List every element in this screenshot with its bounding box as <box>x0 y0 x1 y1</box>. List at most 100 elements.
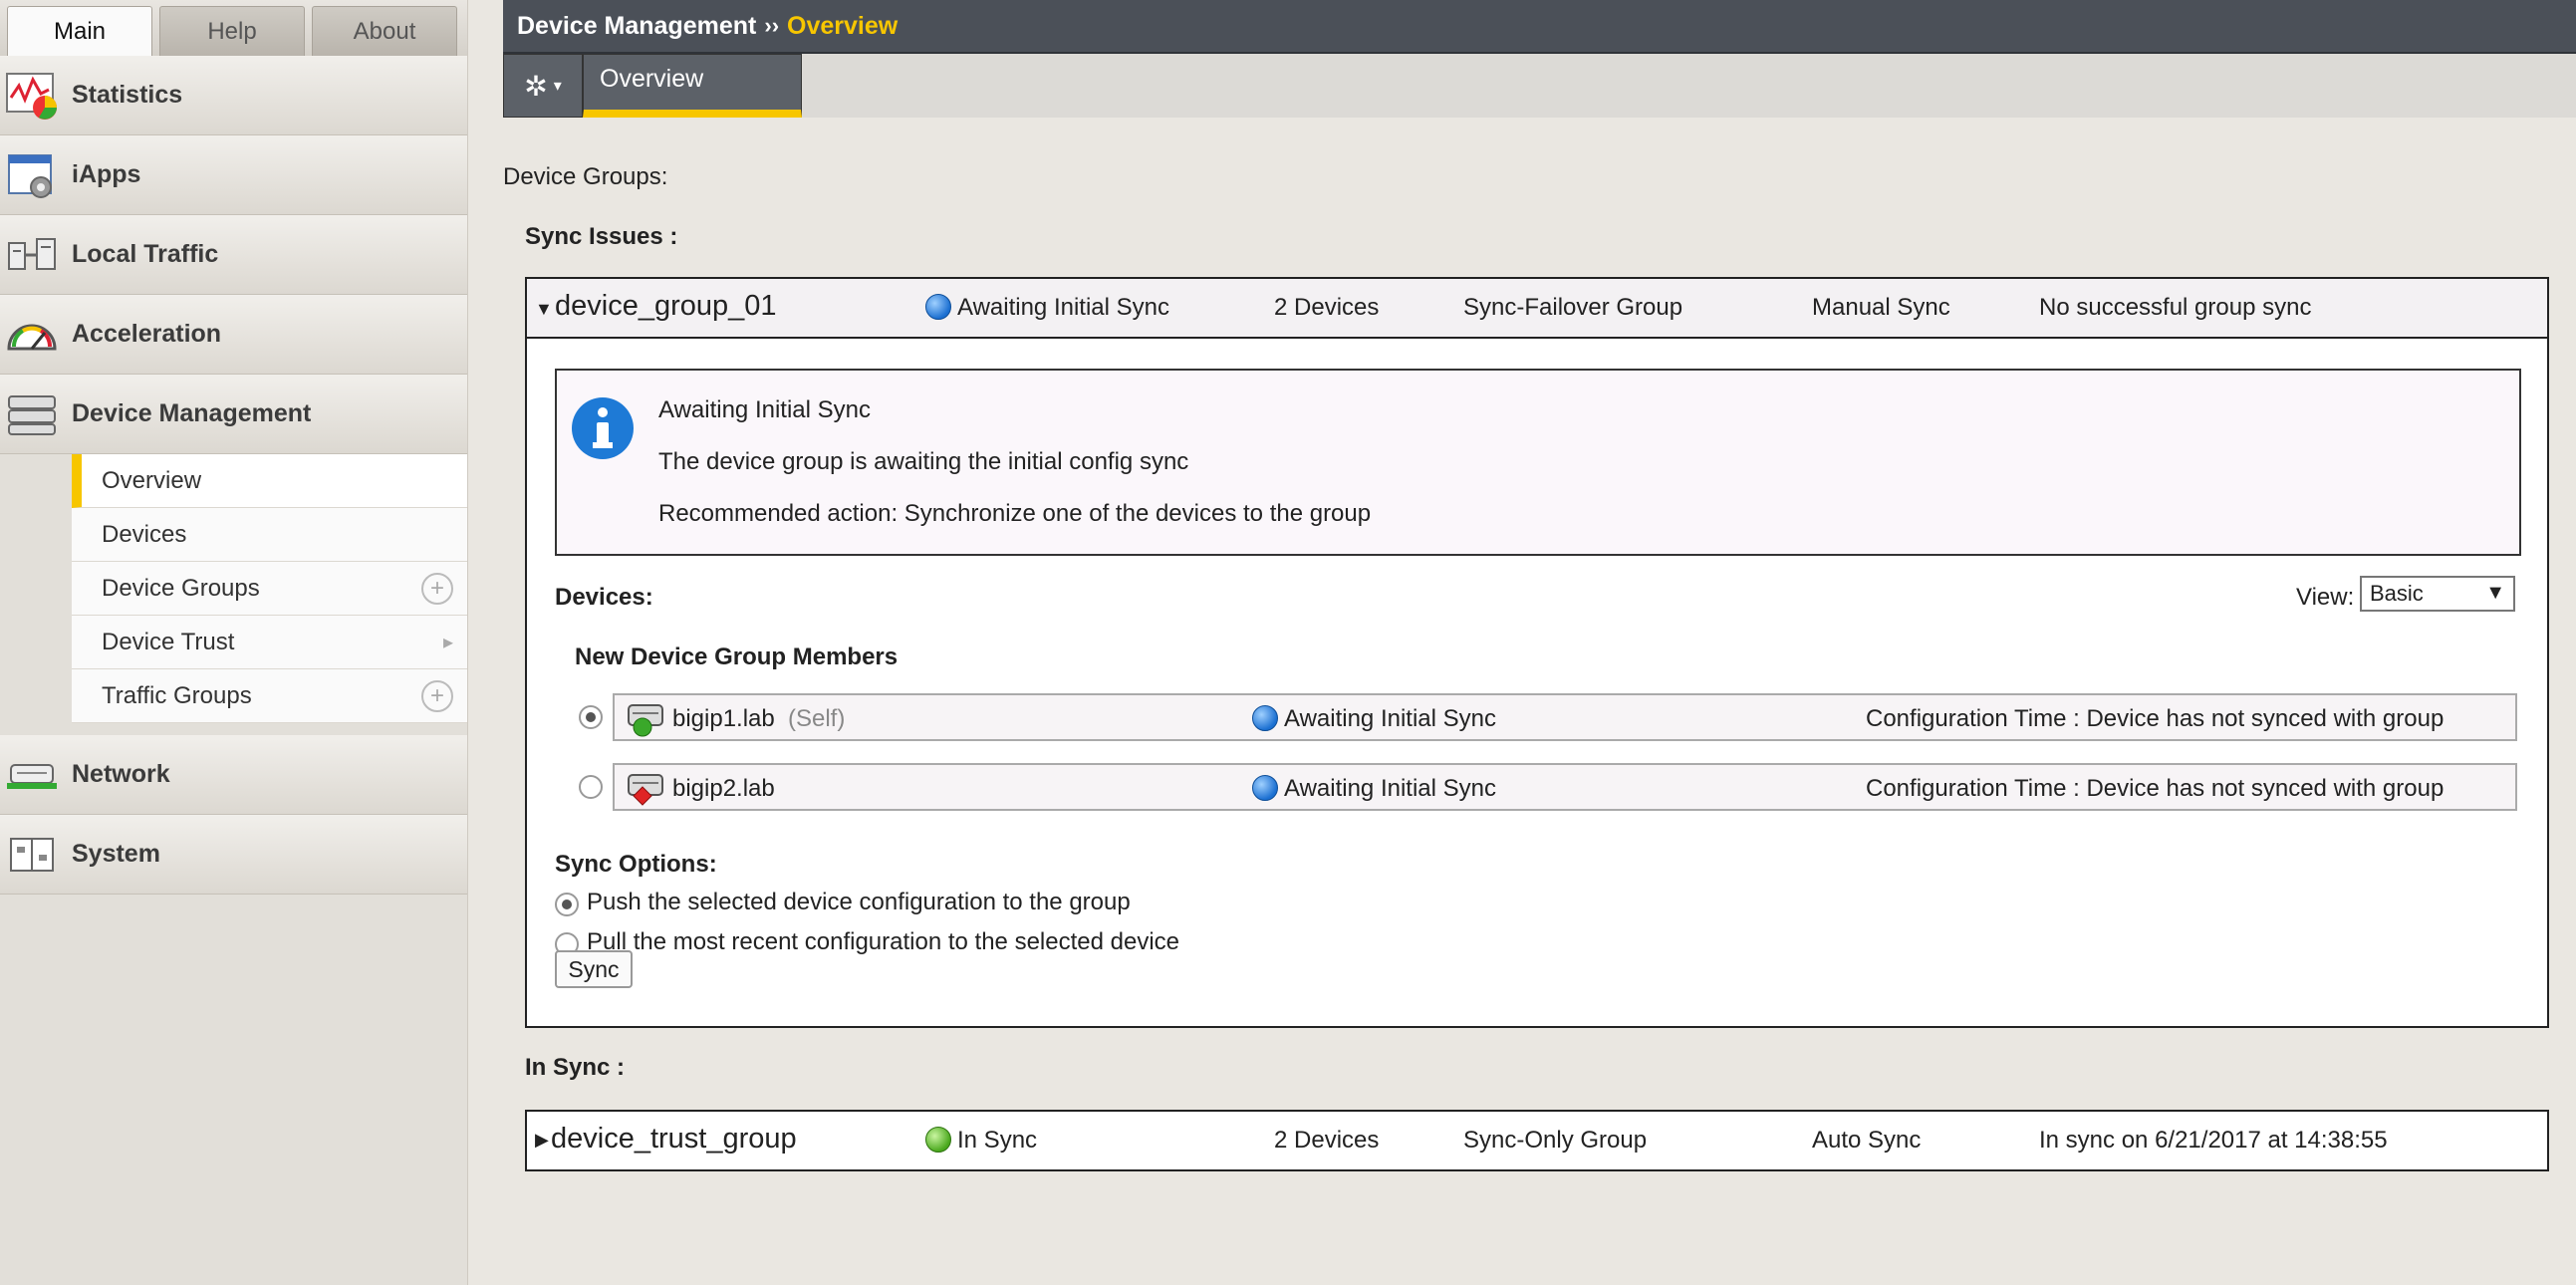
submenu-item-label: Device Groups <box>102 574 260 602</box>
gear-icon: ✲ <box>524 70 548 102</box>
submenu-item-device-trust[interactable]: Device Trust ▸ <box>72 616 467 669</box>
group-sync-mode: Manual Sync <box>1812 294 1950 321</box>
group-last-sync: No successful group sync <box>2039 294 2312 321</box>
member-row[interactable]: bigip1.lab (Self) Awaiting Initial Sync … <box>613 693 2517 741</box>
breadcrumb-separator: ›› <box>764 13 780 38</box>
group-type: Sync-Failover Group <box>1463 294 1683 321</box>
info-icon <box>572 397 634 459</box>
push-option-label[interactable]: Push the selected device configuration t… <box>587 889 1131 916</box>
submenu-item-overview[interactable]: Overview <box>72 454 467 508</box>
status-blue-icon <box>925 294 951 320</box>
member-status: Awaiting Initial Sync <box>1252 705 1496 733</box>
breadcrumb-device-management[interactable]: Device Management <box>517 12 756 41</box>
group-status-text: Awaiting Initial Sync <box>957 294 1169 321</box>
sync-issues-label: Sync Issues : <box>525 223 678 250</box>
info-line2: Recommended action: Synchronize one of t… <box>658 500 1372 527</box>
new-members-label: New Device Group Members <box>575 643 899 670</box>
member-config-time: Configuration Time : Device has not sync… <box>1866 775 2445 802</box>
device-groups-label: Device Groups: <box>503 163 668 190</box>
acceleration-icon <box>4 307 60 363</box>
statistics-icon <box>4 68 60 124</box>
view-select[interactable]: Basic ▼ <box>2360 576 2515 612</box>
submenu-item-traffic-groups[interactable]: Traffic Groups + <box>72 669 467 723</box>
sync-options-label: Sync Options: <box>555 851 717 878</box>
group-device-count: 2 Devices <box>1274 294 1380 321</box>
sidebar-section-system[interactable]: System <box>0 815 467 895</box>
status-green-icon <box>925 1127 951 1153</box>
tab-main[interactable]: Main <box>7 6 152 56</box>
device-offline-icon <box>628 774 663 806</box>
sidebar-section-label: Network <box>72 760 170 788</box>
info-box: Awaiting Initial Sync The device group i… <box>555 369 2521 556</box>
submenu-item-label: Device Trust <box>102 628 235 655</box>
group-sync-mode: Auto Sync <box>1812 1127 1922 1154</box>
member-radio-bigip1[interactable] <box>579 705 603 729</box>
sidebar-section-label: System <box>72 840 160 868</box>
member-name: bigip2.lab <box>672 775 775 802</box>
sidebar-section-local-traffic[interactable]: Local Traffic <box>0 215 467 295</box>
push-option-radio[interactable] <box>555 893 579 916</box>
device-online-icon <box>628 704 663 737</box>
dropdown-arrow-icon: ▼ <box>2485 582 2505 604</box>
member-name: bigip1.lab <box>672 705 775 732</box>
device-group-details: Awaiting Initial Sync The device group i… <box>525 339 2549 1028</box>
sidebar: Main Help About Statistics iApps Local T… <box>0 0 468 1285</box>
tab-about[interactable]: About <box>312 6 457 56</box>
chevron-right-icon: ▸ <box>442 632 453 653</box>
member-status-text: Awaiting Initial Sync <box>1284 775 1496 802</box>
iapps-icon <box>4 147 60 203</box>
add-icon[interactable]: + <box>421 572 453 605</box>
info-line1: The device group is awaiting the initial… <box>658 448 1189 475</box>
local-traffic-icon <box>4 227 60 283</box>
member-status-text: Awaiting Initial Sync <box>1284 705 1496 732</box>
expand-caret-icon[interactable]: ▼ <box>535 299 553 320</box>
sidebar-section-iapps[interactable]: iApps <box>0 135 467 215</box>
sync-button[interactable]: Sync <box>555 950 633 988</box>
device-management-icon <box>4 386 60 442</box>
tab-overview[interactable]: Overview <box>583 54 802 118</box>
device-group-row[interactable]: ▼ device_group_01 Awaiting Initial Sync … <box>525 277 2549 339</box>
status-blue-icon <box>1252 705 1278 731</box>
group-type: Sync-Only Group <box>1463 1127 1648 1154</box>
sidebar-section-label: iApps <box>72 160 141 188</box>
submenu-item-label: Traffic Groups <box>102 681 252 709</box>
pull-option-label[interactable]: Pull the most recent configuration to th… <box>587 928 1179 956</box>
toolbar: ✲ ▾ Overview <box>503 54 2576 118</box>
device-group-name[interactable]: device_trust_group <box>551 1123 797 1156</box>
chevron-down-icon: ▾ <box>553 78 562 95</box>
view-select-value: Basic <box>2370 581 2424 606</box>
group-status: In Sync <box>925 1127 1037 1155</box>
status-blue-icon <box>1252 775 1278 801</box>
member-row[interactable]: bigip2.lab Awaiting Initial Sync Configu… <box>613 763 2517 811</box>
group-last-sync: In sync on 6/21/2017 at 14:38:55 <box>2039 1127 2388 1154</box>
top-tabs: Main Help About <box>0 0 467 56</box>
devices-label: Devices: <box>555 584 653 611</box>
member-radio-bigip2[interactable] <box>579 775 603 799</box>
sidebar-section-network[interactable]: Network <box>0 735 467 815</box>
breadcrumb: Device Management ›› Overview <box>503 0 2576 54</box>
gear-menu-button[interactable]: ✲ ▾ <box>503 54 583 118</box>
group-device-count: 2 Devices <box>1274 1127 1380 1154</box>
expand-caret-icon[interactable]: ▶ <box>535 1130 549 1151</box>
main-content: Device Groups: Sync Issues : ▼ device_gr… <box>503 118 2576 1285</box>
device-group-name[interactable]: device_group_01 <box>555 290 777 323</box>
add-icon[interactable]: + <box>421 679 453 712</box>
group-status-text: In Sync <box>957 1127 1038 1154</box>
sidebar-section-statistics[interactable]: Statistics <box>0 56 467 135</box>
submenu-item-label: Devices <box>102 520 187 548</box>
sidebar-section-label: Statistics <box>72 81 183 109</box>
device-management-submenu: Overview Devices Device Groups + Device … <box>0 454 467 735</box>
device-group-row[interactable]: ▶ device_trust_group In Sync 2 Devices S… <box>525 1110 2549 1171</box>
in-sync-label: In Sync : <box>525 1054 626 1081</box>
sidebar-section-device-management[interactable]: Device Management <box>0 375 467 454</box>
sidebar-section-acceleration[interactable]: Acceleration <box>0 295 467 375</box>
view-label: View: <box>2296 584 2355 611</box>
network-icon <box>4 747 60 803</box>
group-status: Awaiting Initial Sync <box>925 294 1169 322</box>
sidebar-section-label: Acceleration <box>72 320 222 348</box>
system-icon <box>4 827 60 883</box>
submenu-item-device-groups[interactable]: Device Groups + <box>72 562 467 616</box>
tab-help[interactable]: Help <box>159 6 305 56</box>
submenu-item-devices[interactable]: Devices <box>72 508 467 562</box>
member-status: Awaiting Initial Sync <box>1252 775 1496 803</box>
